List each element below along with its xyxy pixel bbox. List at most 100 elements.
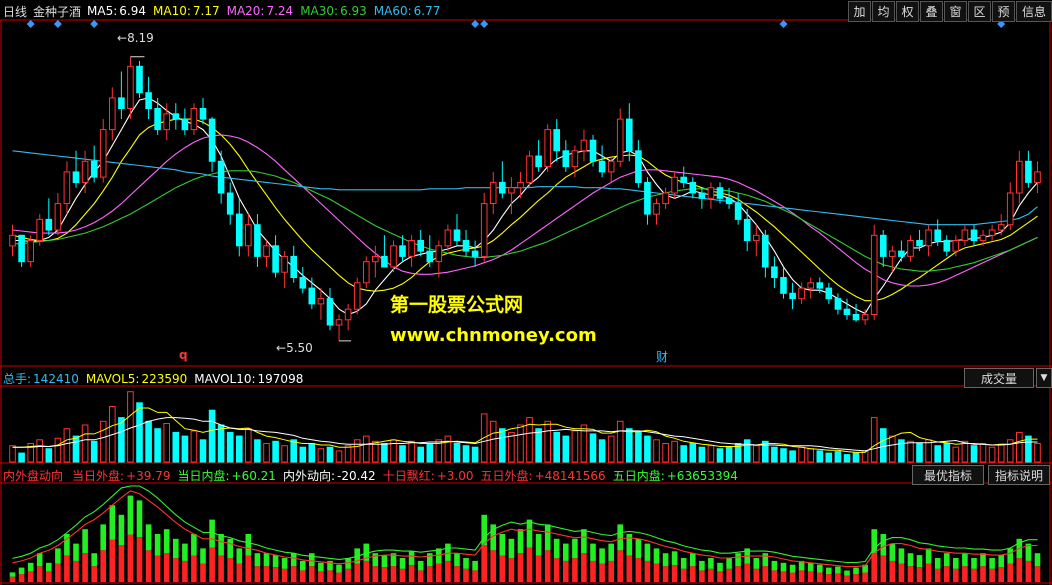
indicator-bar-green xyxy=(18,567,25,575)
chevron-down-icon[interactable]: ▼ xyxy=(1036,368,1052,388)
toolbar-button[interactable]: 信息 xyxy=(1016,1,1052,22)
volume-bar xyxy=(653,439,660,463)
volume-bar xyxy=(290,439,297,463)
candle-body xyxy=(36,218,44,241)
toolbar-button[interactable]: 窗 xyxy=(944,1,967,22)
indicator-bar-red xyxy=(853,574,859,582)
candle-body xyxy=(199,108,207,120)
indicator-bar-green xyxy=(753,558,760,569)
indicator-bar-green xyxy=(508,538,515,559)
volume-bar xyxy=(199,439,207,463)
period-label[interactable]: 日线 xyxy=(3,3,27,20)
toolbar-button[interactable]: 均 xyxy=(872,1,895,22)
volume-bar xyxy=(217,424,225,463)
volume-bar xyxy=(90,440,98,463)
volume-bar xyxy=(426,443,434,463)
volume-legend: 总手: 142410 MAVOL5: 223590 MAVOL10: 197098 xyxy=(3,370,310,387)
candle-body xyxy=(598,160,606,173)
ma-legend-value: 6.93 xyxy=(340,4,367,18)
indicator-bar-red xyxy=(1025,560,1032,582)
event-marker-cai[interactable]: 财 xyxy=(656,348,668,365)
indicator-selector[interactable]: 成交量 xyxy=(964,368,1034,388)
candle-body xyxy=(807,282,815,289)
volume-bar xyxy=(743,439,751,463)
indicator-bar-green xyxy=(907,553,914,567)
indicator-legend: 内外盘动向 当日外盘: +39.79 当日内盘: +60.21 内外动向: -20.42 十日… xyxy=(3,467,745,484)
indicator-bar-green xyxy=(290,553,297,567)
indicator-bar-green xyxy=(880,534,887,556)
toolbar-button[interactable]: 预 xyxy=(992,1,1015,22)
indicator-bar-red xyxy=(300,570,306,582)
indicator-bar-green xyxy=(617,524,623,551)
ma-legend-label: MA60: xyxy=(373,4,412,18)
volume-bar xyxy=(616,420,624,463)
toolbar-button[interactable]: 权 xyxy=(896,1,919,22)
indicator-bar-green xyxy=(680,558,687,569)
toolbar-button[interactable]: 区 xyxy=(968,1,991,22)
candle-body xyxy=(72,171,80,183)
indicator-bar-green xyxy=(218,534,224,556)
volume-bar xyxy=(716,448,724,463)
indicator-bar-red xyxy=(690,566,696,582)
ma-legend-value: 6.77 xyxy=(413,4,441,18)
volume-bar xyxy=(81,424,89,463)
indicator-bar-green xyxy=(526,519,533,548)
candle-body xyxy=(716,187,724,199)
chart-canvas[interactable] xyxy=(0,0,1052,585)
toolbar-button[interactable]: 叠 xyxy=(920,1,943,22)
indicator-bar-green xyxy=(9,572,16,577)
volume-bar xyxy=(961,440,969,463)
price-header: 日线 金种子酒 MA5: 6.94 MA10: 7.17 MA20: 7.24 MA30: 6… xyxy=(3,1,453,21)
candle-body xyxy=(517,181,524,189)
indicator-bar-green xyxy=(91,553,97,567)
indicator-bar-red xyxy=(390,566,397,582)
candle-body xyxy=(272,245,279,273)
volume-bar xyxy=(979,443,987,463)
indicator-bar-red xyxy=(898,563,905,582)
indicator-bar-green xyxy=(944,553,950,567)
indicator-bar-red xyxy=(517,553,524,582)
indicator-bar-green xyxy=(599,548,605,564)
indicator-bar-green xyxy=(644,543,651,561)
volume-bar xyxy=(771,446,778,463)
indicator-bar-red xyxy=(481,545,487,582)
indicator-bar-green xyxy=(807,562,814,572)
indicator-bar-green xyxy=(254,553,261,567)
candle-body xyxy=(780,277,787,294)
volume-bar xyxy=(607,435,615,463)
indicator-bar-green xyxy=(163,529,170,553)
candle-body xyxy=(562,150,570,168)
indicator-legend-label: 内外盘动向 xyxy=(3,468,64,483)
indicator-bar-red xyxy=(399,568,406,582)
volume-bar xyxy=(36,439,44,463)
candle-body xyxy=(145,92,152,109)
toolbar-button[interactable]: 加 xyxy=(848,1,871,22)
indicator-panel-button[interactable]: 最优指标 xyxy=(912,465,984,485)
high-arrow: ← xyxy=(117,31,128,45)
volume-bar xyxy=(671,440,678,463)
volume-bar xyxy=(807,448,815,463)
volume-bar xyxy=(825,452,833,463)
indicator-bar-red xyxy=(780,571,787,582)
volume-bar xyxy=(72,435,80,463)
indicator-bar-red xyxy=(182,560,188,582)
volume-bar xyxy=(172,431,180,463)
info-diamond-icon xyxy=(480,20,489,28)
candle-body xyxy=(453,229,461,242)
indicator-bar-red xyxy=(381,567,388,582)
candle-body xyxy=(952,240,960,252)
candle-body xyxy=(408,240,415,257)
indicator-panel-button[interactable]: 指标说明 xyxy=(988,465,1050,485)
event-marker-q[interactable]: q xyxy=(179,348,188,362)
indicator-bar-green xyxy=(1034,553,1041,567)
volume-bar xyxy=(517,424,524,463)
volume-bar xyxy=(54,437,62,463)
volume-bar xyxy=(236,435,243,463)
candle-body xyxy=(308,287,316,305)
indicator-bar-red xyxy=(263,566,270,582)
volume-bar xyxy=(9,445,16,463)
indicator-bar-red xyxy=(916,567,923,582)
info-diamond-icon xyxy=(53,20,62,28)
indicator-bar-red xyxy=(354,563,360,582)
volume-bar xyxy=(880,428,887,463)
